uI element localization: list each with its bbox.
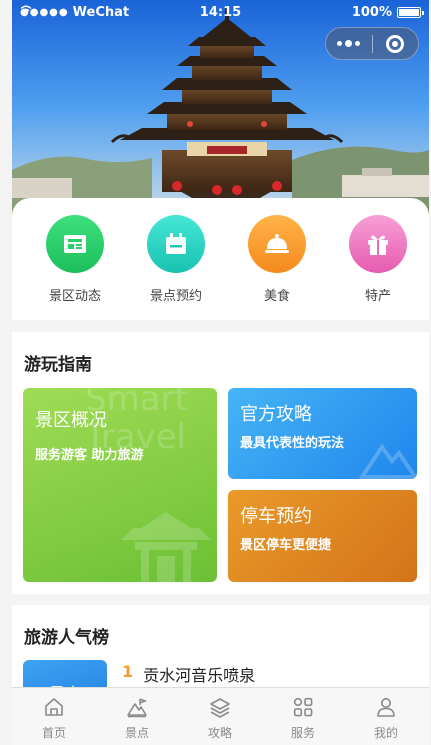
status-bar: ●●●●● WeChat 14:15 100% [12,0,429,26]
overview-card[interactable]: Smart Travel 景区概况 服务游客 助力旅游 [23,388,217,582]
close-mini-program-icon[interactable] [372,34,418,53]
quick-entry-label: 特产 [364,289,391,304]
tab-label: 服务 [290,726,315,740]
tab-label: 首页 [41,726,66,740]
calendar-icon [147,215,205,273]
quick-entry-booking[interactable]: 景点预约 [126,215,226,304]
card-title: 停车预约 [240,506,312,527]
scenic-icon [127,698,148,718]
tab-label: 攻略 [207,726,232,740]
card-subtitle: 最具代表性的玩法 [240,436,345,451]
hero-banner[interactable]: ●●●●● WeChat 14:15 100% [12,0,429,215]
quick-entry-news[interactable]: 景区动态 [25,215,125,304]
grid-icon [293,697,313,717]
official-strategy-card[interactable]: 官方攻略 最具代表性的玩法 [228,388,417,479]
layers-icon [210,698,230,718]
quick-entry-panel: 景区动态 景点预约 美食 特产 [12,198,429,320]
battery-percent: 100% [351,5,392,20]
battery-icon [397,7,424,18]
card-title: 景区概况 [35,410,107,431]
section-title: 旅游人气榜 [24,628,109,648]
mountain-watermark-icon [358,443,417,479]
home-icon [45,698,63,716]
guide-section: 游玩指南 Smart Travel 景区概况 服务游客 助力旅游 官方攻略 最具… [12,332,429,594]
parking-booking-card[interactable]: 停车预约 景区停车更便捷 [228,490,417,582]
section-title: 游玩指南 [24,355,92,375]
tab-service[interactable]: 服务 [261,688,345,745]
quick-entry-label: 美食 [263,289,290,304]
attraction-name: 贡水河音乐喷泉 [143,666,256,685]
tab-label: 景点 [124,726,149,740]
card-subtitle: 服务游客 助力旅游 [35,448,144,463]
quick-entry-label: 景区动态 [48,289,101,304]
quick-entry-specialty[interactable]: 特产 [328,215,428,304]
user-icon [377,698,395,717]
popularity-ranking-section: 旅游人气榜 景点 1 贡水河音乐喷泉 [12,605,429,720]
rank-number: 1 [122,662,134,681]
pavilion-watermark-icon [121,512,211,582]
mini-program-capsule [325,27,419,60]
quick-entry-food[interactable]: 美食 [227,215,327,304]
bottom-tab-bar: 首页 景点 攻略 服务 我的 [12,687,429,745]
gift-icon [349,215,407,273]
mini-program-page: ●●●●● WeChat 14:15 100% 景区动态 景点预约 美食 特产 … [12,0,429,745]
ranking-list-item[interactable]: 1 贡水河音乐喷泉 [122,662,255,686]
news-icon [46,215,104,273]
tab-label: 我的 [373,726,398,740]
quick-entry-label: 景点预约 [149,289,202,304]
card-title: 官方攻略 [240,404,312,425]
tab-home[interactable]: 首页 [12,688,96,745]
tab-strategy[interactable]: 攻略 [178,688,262,745]
tab-scenic[interactable]: 景点 [95,688,179,745]
cloche-icon [248,215,306,273]
card-subtitle: 景区停车更便捷 [240,538,332,553]
more-icon[interactable] [326,40,372,47]
tab-mine[interactable]: 我的 [344,688,428,745]
